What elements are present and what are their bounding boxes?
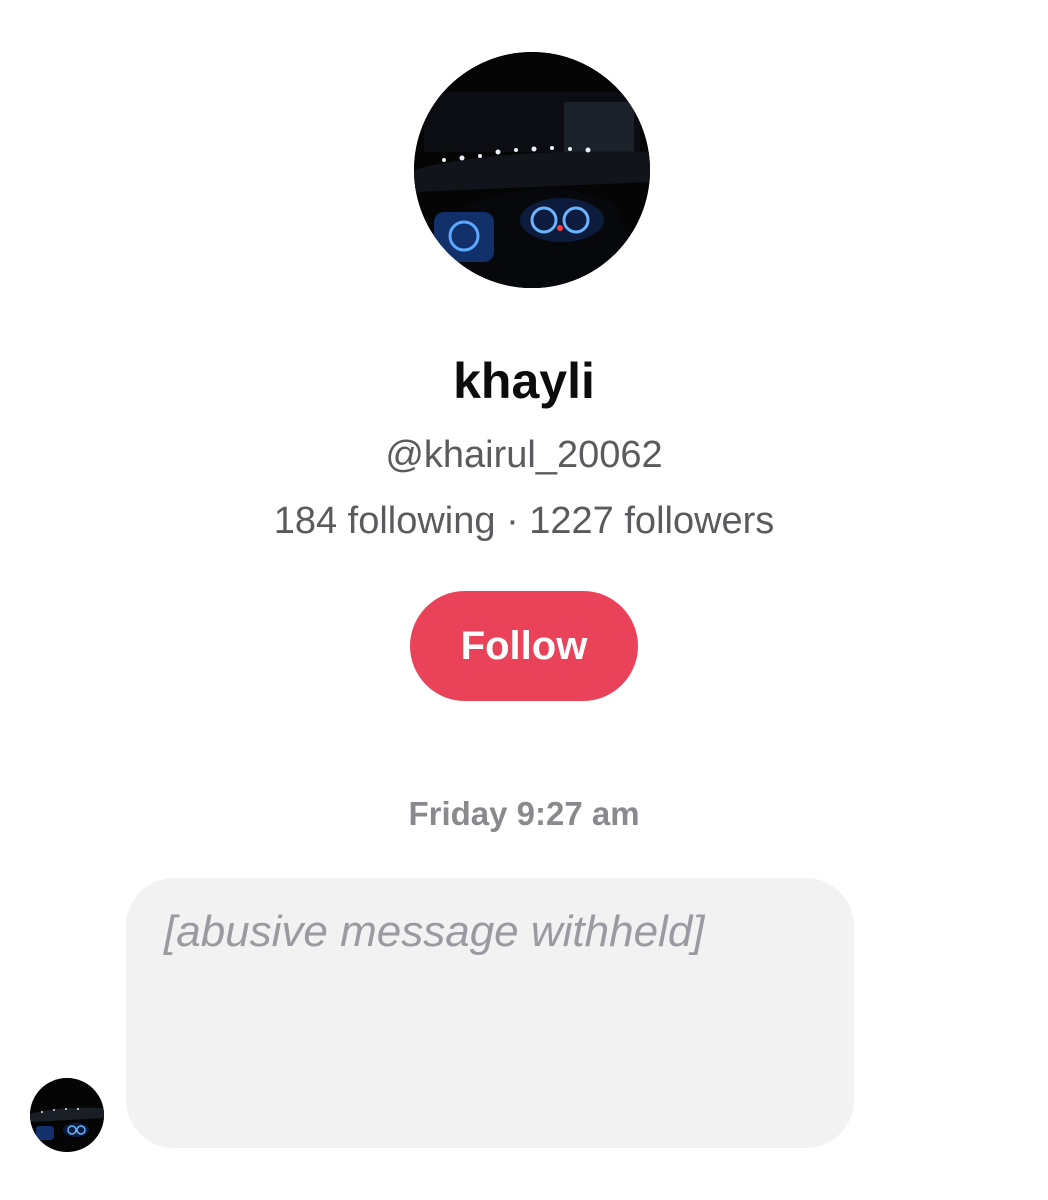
sender-avatar[interactable]: [30, 1078, 104, 1152]
message-text: [abusive message withheld]: [164, 907, 705, 956]
message-timestamp: Friday 9:27 am: [408, 795, 640, 832]
avatar-photo-icon: [30, 1078, 104, 1152]
display-name: khayli: [453, 353, 595, 409]
avatar-photo-icon: [414, 52, 650, 288]
follow-button[interactable]: Follow: [410, 591, 638, 701]
username: @khairul_20062: [385, 434, 663, 476]
follow-stats[interactable]: 184 following · 1227 followers: [0, 500, 1048, 543]
message-bubble[interactable]: [abusive message withheld]: [126, 878, 854, 1148]
profile-avatar[interactable]: [414, 52, 650, 288]
